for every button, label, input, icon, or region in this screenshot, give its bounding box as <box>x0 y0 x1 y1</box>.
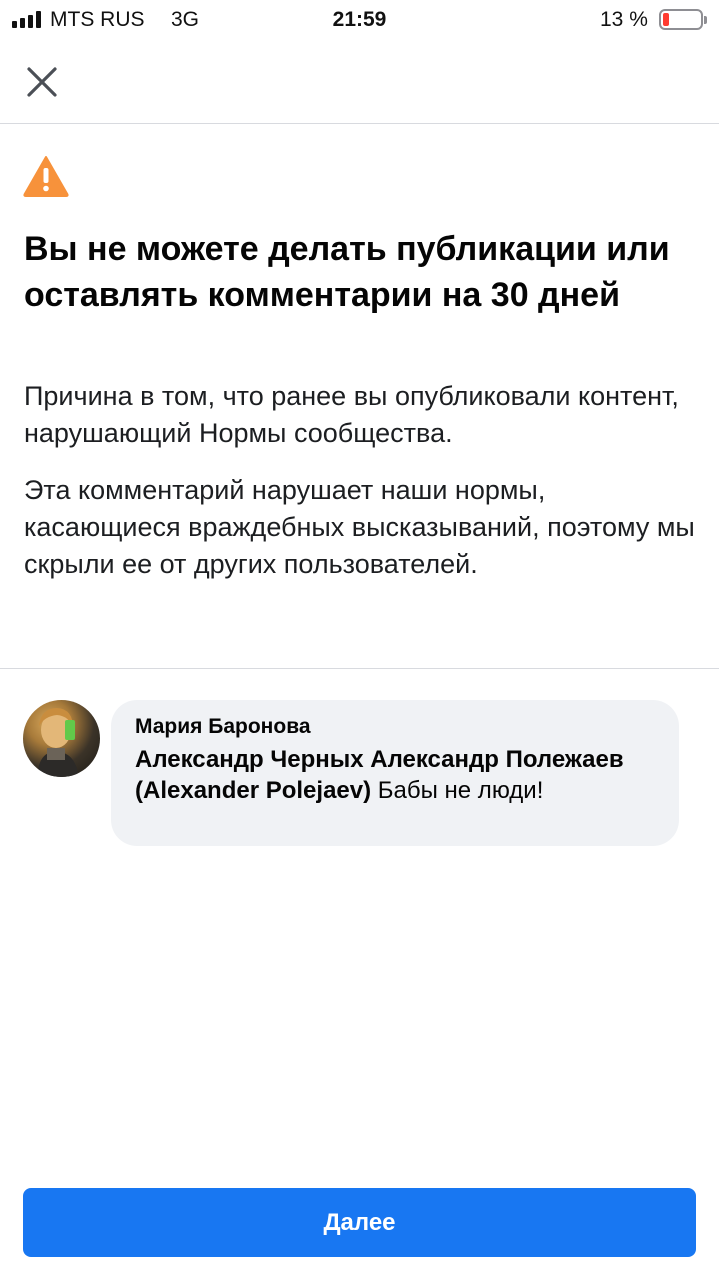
notice-reason: Причина в том, что ранее вы опубликовали… <box>24 381 679 448</box>
notice-detail: Эта комментарий нарушает наши нормы, кас… <box>24 475 695 579</box>
comment-bubble: Мария Баронова Александр Черных Александ… <box>111 700 679 846</box>
next-button[interactable]: Далее <box>23 1188 696 1257</box>
warning-icon <box>23 156 69 197</box>
comment-body: Александр Черных Александр Полежаев (Ale… <box>135 744 655 806</box>
notice-title: Вы не можете делать публикации или остав… <box>24 230 670 314</box>
comment-author[interactable]: Мария Баронова <box>135 714 655 740</box>
status-bar: MTS RUS 3G 21:59 13 % <box>0 0 719 40</box>
comment-text: Бабы не люди! <box>371 777 544 804</box>
divider <box>0 668 719 669</box>
close-icon <box>27 67 57 97</box>
header <box>0 40 719 124</box>
avatar[interactable] <box>23 700 100 777</box>
page: MTS RUS 3G 21:59 13 % Вы не можете делат… <box>0 0 719 1280</box>
battery-icon <box>659 9 707 30</box>
close-button[interactable] <box>20 60 64 104</box>
battery-level <box>663 13 669 26</box>
battery-percent: 13 % <box>600 8 648 31</box>
